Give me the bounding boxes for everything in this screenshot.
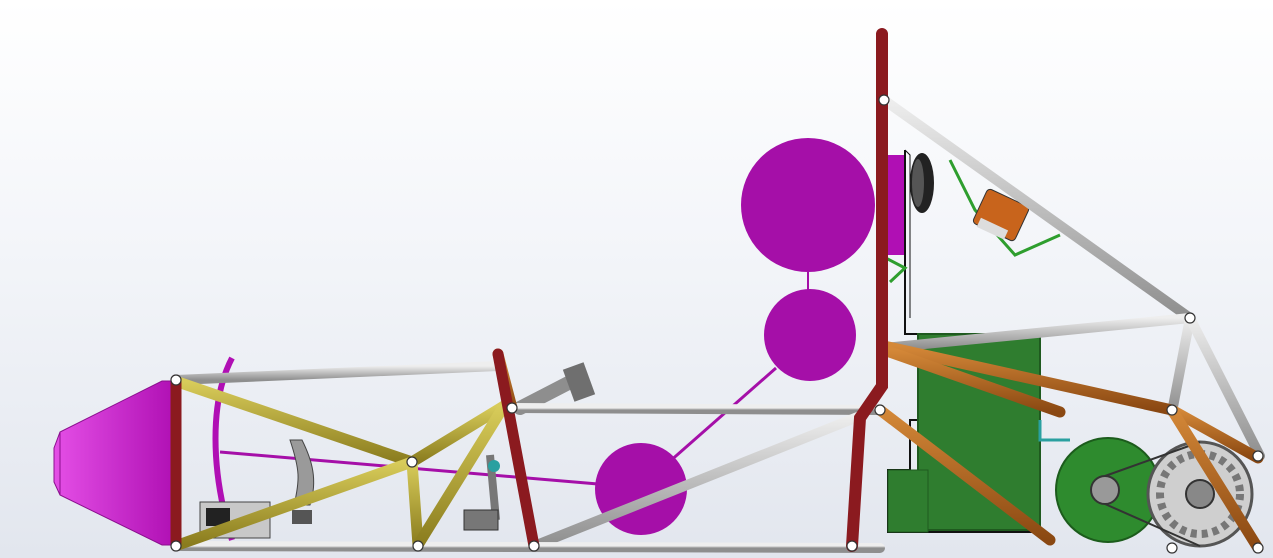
main-hoop (170, 28, 888, 552)
head-template-circle (741, 138, 875, 272)
driver-template (212, 138, 904, 541)
chassis-drawing (53, 28, 1265, 554)
steering-wheel-icon (910, 153, 934, 213)
impact-attenuator-icon (53, 380, 175, 546)
cad-viewport[interactable] (0, 0, 1273, 558)
seat-belt-harness-icon (879, 159, 1061, 284)
shoulder-template-circle (764, 289, 856, 381)
